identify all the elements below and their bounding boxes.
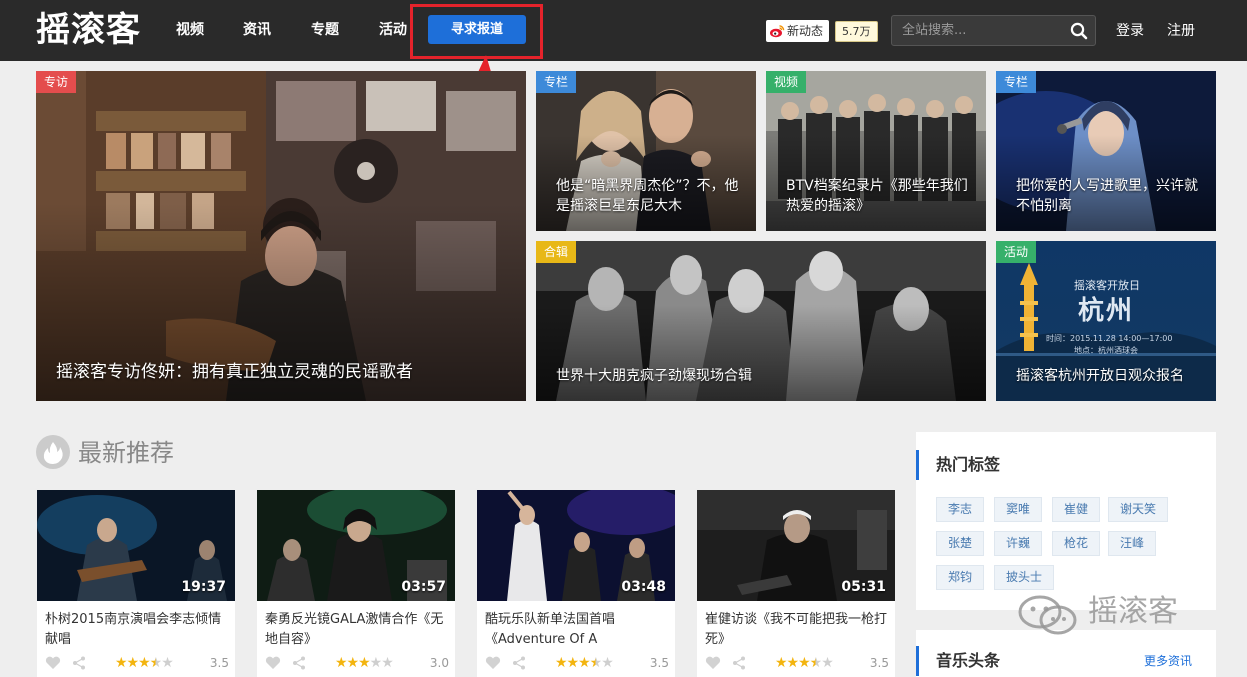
register-link[interactable]: 注册 (1167, 21, 1195, 41)
video-meta: ★★★★★ 3.5 (485, 654, 669, 672)
hero-tile-2-caption[interactable]: BTV档案纪录片《那些年我们热爱的摇滚》 (786, 176, 972, 216)
rating-stars: ★★★★★ (115, 655, 174, 671)
hero-main-tile[interactable]: 专访 摇滚客专访佟妍：拥有真正独立灵魂的民谣歌者 (36, 71, 526, 401)
hero-tile-4-caption[interactable]: 世界十大朋克疯子劲爆现场合辑 (556, 366, 972, 386)
share-icon[interactable] (72, 656, 86, 670)
hero-tile-2[interactable]: 视频 BTV档案纪录片《那些年我们热爱的摇滚》 (766, 71, 986, 231)
hero-tile-5-caption[interactable]: 摇滚客杭州开放日观众报名 (1016, 366, 1202, 386)
hero-main-caption[interactable]: 摇滚客专访佟妍：拥有真正独立灵魂的民谣歌者 (56, 360, 512, 384)
video-card[interactable]: 03:48 酷玩乐队新单法国首唱《Adventure Of A ★★★★★ 3.… (477, 490, 675, 677)
video-card[interactable]: 05:31 崔健访谈《我不可能把我一枪打死》 ★★★★★ 3.5 (697, 490, 895, 677)
tag-chip[interactable]: 枪花 (1052, 531, 1101, 556)
heart-icon[interactable] (45, 656, 61, 670)
music-news-panel: 音乐头条 更多资讯 (916, 630, 1216, 677)
poster-time: 时间：2015.11.28 14:00—17:00 (1046, 334, 1173, 343)
hero-tile-2-badge: 视频 (766, 71, 807, 93)
weibo-icon (770, 25, 785, 38)
hero-tile-3-badge: 专栏 (996, 71, 1037, 93)
video-duration: 03:48 (621, 579, 666, 595)
video-title[interactable]: 秦勇反光镜GALA激情合作《无地自容》 (265, 610, 449, 650)
nav-topics[interactable]: 专题 (311, 20, 339, 40)
video-title[interactable]: 崔健访谈《我不可能把我一枪打死》 (705, 610, 889, 650)
share-icon[interactable] (732, 656, 746, 670)
tag-chip[interactable]: 谢天笑 (1108, 497, 1169, 522)
video-card[interactable]: 19:37 朴树2015南京演唱会李志倾情献唱 ★★★★★ 3.5 (37, 490, 235, 677)
video-duration: 19:37 (181, 579, 226, 595)
video-meta: ★★★★★ 3.0 (265, 654, 449, 672)
heart-icon[interactable] (485, 656, 501, 670)
share-icon[interactable] (512, 656, 526, 670)
hero-tile-5-badge: 活动 (996, 241, 1037, 263)
hero-tile-4[interactable]: 合辑 世界十大朋克疯子劲爆现场合辑 (536, 241, 986, 401)
wechat-watermark: 摇滚客 (1016, 588, 1216, 636)
nav-events[interactable]: 活动 (379, 20, 407, 40)
hero-main-badge: 专访 (36, 71, 77, 93)
hero-tile-4-shade (536, 305, 986, 401)
nav-news[interactable]: 资讯 (243, 20, 271, 40)
follower-count-badge: 5.7万 (835, 21, 878, 42)
hero-tile-3[interactable]: 专栏 把你爱的人写进歌里，兴许就不怕别离 (996, 71, 1216, 231)
rating-score: 3.5 (209, 656, 229, 670)
nav-video[interactable]: 视频 (176, 20, 204, 40)
music-news-title: 音乐头条 (916, 646, 1000, 676)
video-meta: ★★★★★ 3.5 (705, 654, 889, 672)
rating-stars: ★★★★★ (335, 655, 394, 671)
top-navbar: 摇滚客 视频 资讯 专题 活动 寻求报道 新动态 5.7万 登录 注册 (0, 0, 1247, 61)
hero-tile-3-caption[interactable]: 把你爱的人写进歌里，兴许就不怕别离 (1016, 176, 1202, 216)
flame-icon (36, 435, 70, 469)
tag-chip[interactable]: 张楚 (936, 531, 985, 556)
rating-score: 3.0 (429, 656, 449, 670)
video-meta: ★★★★★ 3.5 (45, 654, 229, 672)
poster-city: 杭州 (1078, 296, 1135, 326)
poster-title: 摇滚客开放日 (1074, 279, 1140, 292)
latest-section-title: 最新推荐 (78, 439, 174, 467)
rating-stars: ★★★★★ (555, 655, 614, 671)
rating-stars: ★★★★★ (775, 655, 834, 671)
video-title[interactable]: 朴树2015南京演唱会李志倾情献唱 (45, 610, 229, 650)
hot-tags-title: 热门标签 (916, 450, 1000, 480)
wechat-icon (1018, 595, 1077, 635)
video-title[interactable]: 酷玩乐队新单法国首唱《Adventure Of A (485, 610, 669, 650)
hero-tile-1-badge: 专栏 (536, 71, 577, 93)
weibo-label: 新动态 (787, 24, 824, 38)
more-news-link[interactable]: 更多资讯 (1144, 652, 1192, 670)
tag-chip[interactable]: 许巍 (994, 531, 1043, 556)
weibo-follow-button[interactable]: 新动态 (766, 20, 829, 42)
video-duration: 03:57 (401, 579, 446, 595)
heart-icon[interactable] (705, 656, 721, 670)
rating-score: 3.5 (649, 656, 669, 670)
search-icon[interactable] (1070, 22, 1088, 40)
share-icon[interactable] (292, 656, 306, 670)
tag-chip[interactable]: 披头士 (994, 565, 1055, 590)
video-card[interactable]: 03:57 秦勇反光镜GALA激情合作《无地自容》 ★★★★★ 3.0 (257, 490, 455, 677)
highlight-annotation-box (410, 4, 543, 59)
tag-chip[interactable]: 郑钧 (936, 565, 985, 590)
video-duration: 05:31 (841, 579, 886, 595)
hero-tile-5[interactable]: 摇滚客开放日 杭州 时间：2015.11.28 14:00—17:00 地点：杭… (996, 241, 1216, 401)
tag-chip[interactable]: 汪峰 (1108, 531, 1157, 556)
search-input[interactable] (892, 16, 1064, 45)
tag-chip[interactable]: 李志 (936, 497, 985, 522)
watermark-text: 摇滚客 (1088, 594, 1178, 629)
tag-chip[interactable]: 崔健 (1052, 497, 1101, 522)
heart-icon[interactable] (265, 656, 281, 670)
hero-tile-4-badge: 合辑 (536, 241, 577, 263)
site-logo[interactable]: 摇滚客 (36, 9, 141, 51)
hero-tile-1-caption[interactable]: 他是“暗黑界周杰伦”？不，他是摇滚巨星东尼大木 (556, 176, 742, 216)
tag-chip[interactable]: 窦唯 (994, 497, 1043, 522)
hero-tile-1[interactable]: 专栏 他是“暗黑界周杰伦”？不，他是摇滚巨星东尼大木 (536, 71, 756, 231)
site-search (891, 15, 1096, 46)
login-link[interactable]: 登录 (1116, 21, 1144, 41)
rating-score: 3.5 (869, 656, 889, 670)
poster-place: 地点：杭州酒球会 (1074, 346, 1138, 355)
hot-tags-panel: 热门标签 李志 窦唯 崔健 谢天笑 张楚 许巍 枪花 汪峰 郑钧 披头士 (916, 432, 1216, 610)
